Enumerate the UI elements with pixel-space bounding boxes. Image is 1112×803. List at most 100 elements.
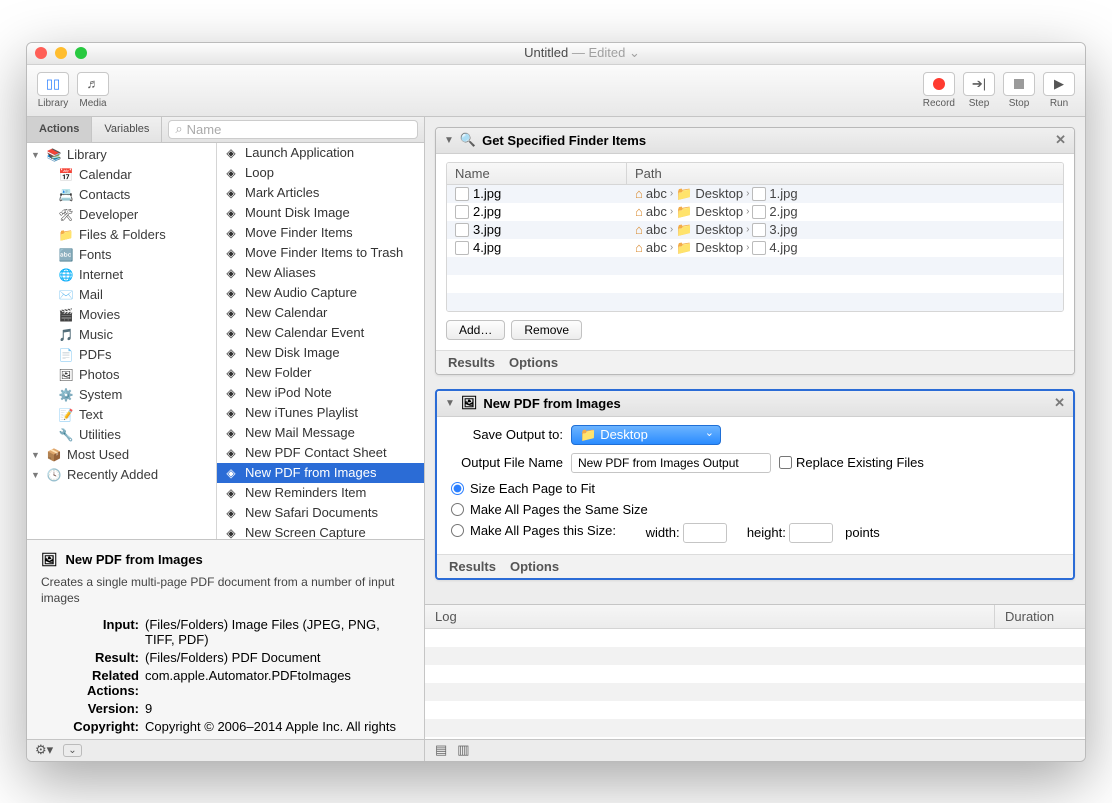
disclosure-icon[interactable]: ▼ [31,470,41,480]
sidebar-item-photos[interactable]: 🖼Photos [27,365,216,385]
action-item[interactable]: ◈New Aliases [217,263,424,283]
action-item[interactable]: ◈New Reminders Item [217,483,424,503]
action-item[interactable]: ◈New iTunes Playlist [217,403,424,423]
close-icon[interactable]: ✕ [1055,132,1066,148]
stop-button[interactable]: Stop [1003,72,1035,109]
width-input[interactable] [683,523,727,543]
action-item[interactable]: ◈Move Finder Items to Trash [217,243,424,263]
sidebar-item-files-folders[interactable]: 📁Files & Folders [27,225,216,245]
disclosure-triangle-icon[interactable]: ▼ [445,398,455,409]
col-path[interactable]: Path [627,163,1063,184]
image-icon [752,205,766,219]
sidebar-item-most-used[interactable]: ▼📦Most Used [27,445,216,465]
col-name[interactable]: Name [447,163,627,184]
card-get-finder-items[interactable]: ▼ 🔍 Get Specified Finder Items ✕ NamePat… [435,127,1075,375]
sidebar-item-utilities[interactable]: 🔧Utilities [27,425,216,445]
search-input[interactable]: ⌕ Name [168,120,418,139]
disclosure-icon[interactable]: ▼ [31,450,41,460]
disclosure-triangle-icon[interactable]: ▼ [444,135,454,146]
action-label: New PDF from Images [245,465,376,480]
height-input[interactable] [789,523,833,543]
results-tab[interactable]: Results [449,559,496,574]
disclosure-icon[interactable]: ⌄ [63,744,81,757]
meta-value: (Files/Folders) PDF Document [145,650,410,665]
chevron-down-icon[interactable]: ⌄ [629,45,640,60]
action-item[interactable]: ◈New Calendar [217,303,424,323]
actions-list[interactable]: ◈Launch Application◈Loop◈Mark Articles◈M… [217,143,424,539]
sidebar-item-developer[interactable]: 🛠Developer [27,205,216,225]
record-button[interactable]: Record [923,72,955,109]
action-item[interactable]: ◈New Disk Image [217,343,424,363]
remove-button[interactable]: Remove [511,320,582,340]
disclosure-icon[interactable]: ▼ [31,150,41,160]
column-view-icon[interactable]: ▥ [457,742,469,758]
zoom-icon[interactable] [75,47,87,59]
action-label: Mark Articles [245,185,319,200]
action-item[interactable]: ◈Move Finder Items [217,223,424,243]
table-row[interactable]: 1.jpg⌂ abc › 📁 Desktop › 1.jpg [447,185,1063,203]
sidebar-item-music[interactable]: 🎵Music [27,325,216,345]
action-item[interactable]: ◈Launch Application [217,143,424,163]
sidebar-item-fonts[interactable]: 🔤Fonts [27,245,216,265]
close-icon[interactable] [35,47,47,59]
size-custom-radio[interactable]: Make All Pages this Size: [451,523,616,538]
stop-icon [1014,79,1024,89]
action-label: New Safari Documents [245,505,378,520]
action-item[interactable]: ◈New Screen Capture [217,523,424,539]
action-item[interactable]: ◈Loop [217,163,424,183]
details-desc: Creates a single multi-page PDF document… [41,574,410,608]
save-popup[interactable]: 📁Desktop [571,425,721,445]
sidebar-item-system[interactable]: ⚙️System [27,385,216,405]
action-item[interactable]: ◈Mark Articles [217,183,424,203]
sidebar-item-recently-added[interactable]: ▼🕓Recently Added [27,465,216,485]
tab-actions[interactable]: Actions [27,117,92,142]
card-new-pdf[interactable]: ▼ 🖼 New PDF from Images ✕ Save Output to… [435,389,1075,580]
log-header[interactable]: Log [425,605,995,628]
library-button[interactable]: ▯▯ Library [37,72,69,109]
replace-checkbox[interactable]: Replace Existing Files [779,455,924,470]
size-same-radio[interactable]: Make All Pages the Same Size [451,502,648,517]
run-button[interactable]: ▶Run [1043,72,1075,109]
media-button[interactable]: ♬ Media [77,72,109,109]
action-item[interactable]: ◈New Folder [217,363,424,383]
duration-header[interactable]: Duration [995,605,1085,628]
sidebar-item-library[interactable]: ▼📚Library [27,145,216,165]
results-tab[interactable]: Results [448,355,495,370]
sidebar[interactable]: ▼📚Library📅Calendar📇Contacts🛠Developer📁Fi… [27,143,217,539]
options-tab[interactable]: Options [510,559,559,574]
minimize-icon[interactable] [55,47,67,59]
sidebar-item-text[interactable]: 📝Text [27,405,216,425]
close-icon[interactable]: ✕ [1054,395,1065,411]
sidebar-item-movies[interactable]: 🎬Movies [27,305,216,325]
titlebar: Untitled — Edited ⌄ [27,43,1085,65]
add-button[interactable]: Add… [446,320,505,340]
sidebar-item-internet[interactable]: 🌐Internet [27,265,216,285]
table-row[interactable]: 3.jpg⌂ abc › 📁 Desktop › 3.jpg [447,221,1063,239]
workflow-area[interactable]: ▼ 🔍 Get Specified Finder Items ✕ NamePat… [425,117,1085,604]
action-item[interactable]: ◈New Mail Message [217,423,424,443]
sidebar-item-pdfs[interactable]: 📄PDFs [27,345,216,365]
action-icon: ◈ [223,285,239,301]
list-view-icon[interactable]: ▤ [435,742,447,758]
finder-items-table[interactable]: NamePath 1.jpg⌂ abc › 📁 Desktop › 1.jpg2… [446,162,1064,312]
sidebar-item-calendar[interactable]: 📅Calendar [27,165,216,185]
filename-input[interactable] [571,453,771,473]
options-tab[interactable]: Options [509,355,558,370]
tab-variables[interactable]: Variables [92,117,162,142]
action-item[interactable]: ◈New Safari Documents [217,503,424,523]
size-fit-radio[interactable]: Size Each Page to Fit [451,481,595,496]
action-item[interactable]: ◈New iPod Note [217,383,424,403]
sidebar-item-mail[interactable]: ✉️Mail [27,285,216,305]
action-item[interactable]: ◈New PDF from Images [217,463,424,483]
action-item[interactable]: ◈New Audio Capture [217,283,424,303]
table-row[interactable]: 2.jpg⌂ abc › 📁 Desktop › 2.jpg [447,203,1063,221]
sidebar-item-contacts[interactable]: 📇Contacts [27,185,216,205]
table-row[interactable]: 4.jpg⌂ abc › 📁 Desktop › 4.jpg [447,239,1063,257]
gear-icon[interactable]: ⚙︎▾ [35,742,53,758]
meta-key: Related Actions: [41,668,145,698]
log-body [425,629,1085,739]
action-item[interactable]: ◈Mount Disk Image [217,203,424,223]
step-button[interactable]: ➔|Step [963,72,995,109]
action-item[interactable]: ◈New Calendar Event [217,323,424,343]
action-item[interactable]: ◈New PDF Contact Sheet [217,443,424,463]
